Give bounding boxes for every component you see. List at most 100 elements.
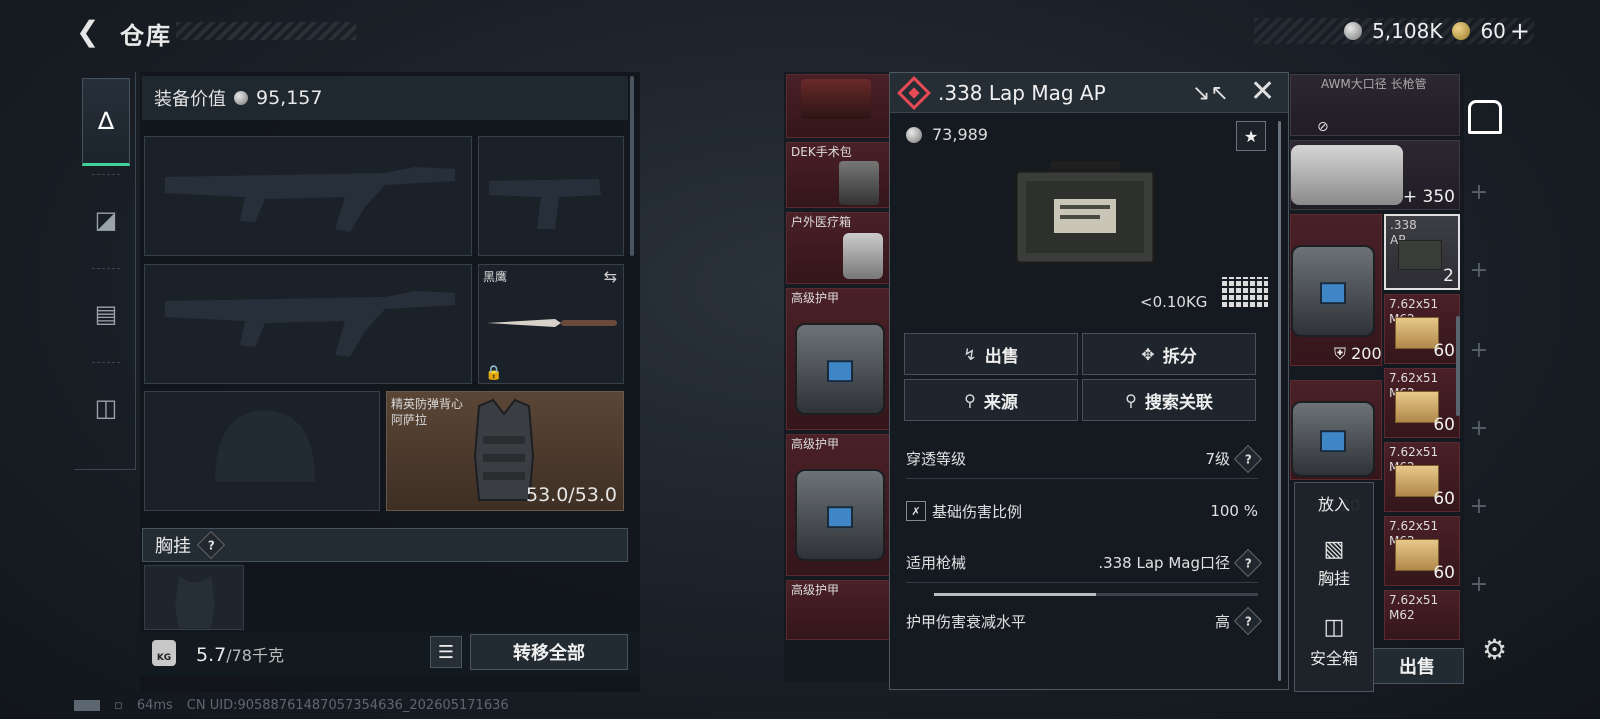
signal-icon: ▫ <box>114 698 123 713</box>
add-slot-icon[interactable]: + <box>1464 258 1494 283</box>
armor-bag-icon <box>795 323 885 415</box>
primary-weapon-slot[interactable] <box>144 136 472 256</box>
battery-icon <box>74 700 100 711</box>
favorite-button[interactable]: ★ <box>1236 121 1266 151</box>
ammo-stack[interactable]: 7.62x51 M62 60 <box>1384 294 1460 364</box>
put-in-chest-rig-button[interactable]: 胸挂 <box>1295 565 1373 589</box>
help-icon[interactable]: ? <box>1233 444 1263 473</box>
equipment-value-label: 装备价值 <box>154 89 226 110</box>
heal-value: + 350 <box>1402 187 1455 207</box>
damage-icon: ✗ <box>906 501 926 521</box>
inventory-item[interactable]: AWM大口径 长枪管 ⊘ <box>1290 74 1460 136</box>
list-view-button[interactable]: ☰ <box>430 636 462 668</box>
search-related-button[interactable]: ⚲ 搜索关联 <box>1082 379 1256 421</box>
add-slot-icon[interactable]: + <box>1464 180 1494 205</box>
split-action-button[interactable]: ✥ 拆分 <box>1082 333 1256 375</box>
sell-action-button[interactable]: ↯ 出售 <box>904 333 1078 375</box>
nav-divider <box>92 268 120 269</box>
armor-vest-slot[interactable]: 精英防弹背心 阿萨拉 53.0/53.0 <box>386 391 624 511</box>
item-price-value: 73,989 <box>932 125 988 144</box>
ammo-stack[interactable]: 7.62x51 M62 60 <box>1384 368 1460 438</box>
stat-value: 7级 <box>1205 450 1230 468</box>
stat-value: .338 Lap Mag口径 <box>1098 554 1230 572</box>
swap-icon[interactable]: ⇆ <box>604 267 617 286</box>
add-slot-icon[interactable]: + <box>1464 338 1494 363</box>
split-label: 拆分 <box>1162 346 1197 367</box>
help-icon[interactable]: ? <box>1233 606 1263 636</box>
ammo-stack[interactable]: 7.62x51 M62 60 <box>1384 516 1460 586</box>
pistol-silhouette-icon <box>489 179 601 229</box>
settings-gear-icon[interactable]: ⚙ <box>1482 633 1507 666</box>
inventory-item[interactable]: 高级护甲 <box>786 434 890 576</box>
split-icon: ✥ <box>1141 344 1155 364</box>
backpack-icon: ◪ <box>94 206 118 234</box>
help-icon[interactable]: ? <box>196 530 226 560</box>
item-name: 高级护甲 <box>791 583 840 597</box>
secondary-weapon-slot[interactable] <box>144 264 472 384</box>
put-in-safe-box-button[interactable]: 安全箱 <box>1295 645 1373 669</box>
sidearm-slot[interactable] <box>478 136 624 256</box>
ammo-stack[interactable]: 7.62x51 M62 60 <box>1384 442 1460 512</box>
ammo-count: 60 <box>1433 563 1455 583</box>
source-action-button[interactable]: ⚲ 来源 <box>904 379 1078 421</box>
nav-case[interactable]: ◫ <box>82 364 130 452</box>
popup-header: .338 Lap Mag AP ↘↖ ✕ <box>890 73 1288 113</box>
inventory-scrollbar[interactable] <box>1456 316 1460 416</box>
ammo-count: 60 <box>1433 341 1455 361</box>
equipment-value-header: 装备价值 95,157 <box>142 76 628 120</box>
pistol-icon: ∆ <box>97 107 115 135</box>
stat-value: 100 % <box>1210 502 1258 520</box>
user-uid: CN UID:90588761487057354636_202605171636 <box>186 698 509 713</box>
add-slot-icon[interactable]: + <box>1464 572 1494 597</box>
sell-button[interactable]: 出售 <box>1370 648 1464 684</box>
armor-value-text: 200 <box>1351 344 1382 363</box>
inventory-item[interactable]: + 350 <box>1290 140 1460 210</box>
nav-backpack[interactable]: ◪ <box>82 176 130 264</box>
melee-slot[interactable]: 黑鹰 ⇆ 🔒 <box>478 264 624 384</box>
inventory-item[interactable]: DEK手术包 <box>786 142 890 208</box>
transfer-all-button[interactable]: 转移全部 <box>470 634 628 670</box>
weight-current: 5.7 <box>196 644 227 666</box>
ammo-stack[interactable]: 7.62x51 M62 <box>1384 590 1460 640</box>
rifle-silhouette-icon <box>165 291 455 357</box>
silver-coin-icon <box>906 126 922 143</box>
item-title: .338 Lap Mag AP <box>938 81 1106 105</box>
add-slot-icon[interactable]: + <box>1464 494 1494 519</box>
briefcase-icon: ◫ <box>1323 615 1345 640</box>
right-rail: + + + + + + <box>1464 78 1498 618</box>
inventory-item[interactable] <box>1290 380 1382 480</box>
back-arrow-icon[interactable]: ❮ <box>76 18 104 46</box>
put-in-label: 放入 <box>1317 495 1350 514</box>
inventory-item[interactable]: 高级护甲 <box>786 288 890 430</box>
nav-divider <box>92 362 120 363</box>
inventory-item[interactable] <box>786 74 890 138</box>
nav-divider <box>92 174 120 175</box>
collapse-icon[interactable]: ↘↖ <box>1192 81 1229 106</box>
ammo-name: 7.62x51 M62 <box>1389 593 1439 622</box>
ammo-selected-slot[interactable]: .338 AP 2 <box>1384 214 1460 290</box>
page-title: 仓库 <box>120 22 172 50</box>
list-icon: ☰ <box>437 641 455 663</box>
silver-amount: 5,108K <box>1372 19 1443 43</box>
helmet-slot[interactable] <box>144 391 380 511</box>
add-currency-button[interactable]: + <box>1510 17 1530 45</box>
ping: 64ms <box>136 698 173 713</box>
put-in-menu: 放入 ▧ 胸挂 ◫ 安全箱 <box>1294 482 1374 692</box>
helmet-silhouette-icon <box>215 410 315 482</box>
nav-vest[interactable]: ▤ <box>82 270 130 358</box>
add-slot-icon[interactable]: + <box>1464 416 1494 441</box>
armor-value: ⛨ 200 <box>1334 344 1382 363</box>
inventory-item[interactable]: 高级护甲 <box>786 580 890 640</box>
stat-applicable-weapon: 适用枪械 .338 Lap Mag口径 ? <box>906 543 1263 583</box>
equipment-scrollbar[interactable] <box>630 76 634 256</box>
help-icon[interactable]: ? <box>1233 548 1263 577</box>
close-icon[interactable]: ✕ <box>1250 77 1275 107</box>
nav-weapons[interactable]: ∆ <box>82 78 130 166</box>
item-detail-popup: .338 Lap Mag AP ↘↖ ✕ 73,989 ★ <0.10KG ↯ … <box>889 72 1289 690</box>
popup-scrollbar[interactable] <box>1278 121 1281 681</box>
chest-rig-slot[interactable] <box>144 565 244 630</box>
stat-label: 适用枪械 <box>906 554 967 572</box>
sell-icon: ↯ <box>963 344 977 364</box>
item-name: 高级护甲 <box>791 437 840 451</box>
inventory-item[interactable]: 户外医疗箱 <box>786 212 890 284</box>
